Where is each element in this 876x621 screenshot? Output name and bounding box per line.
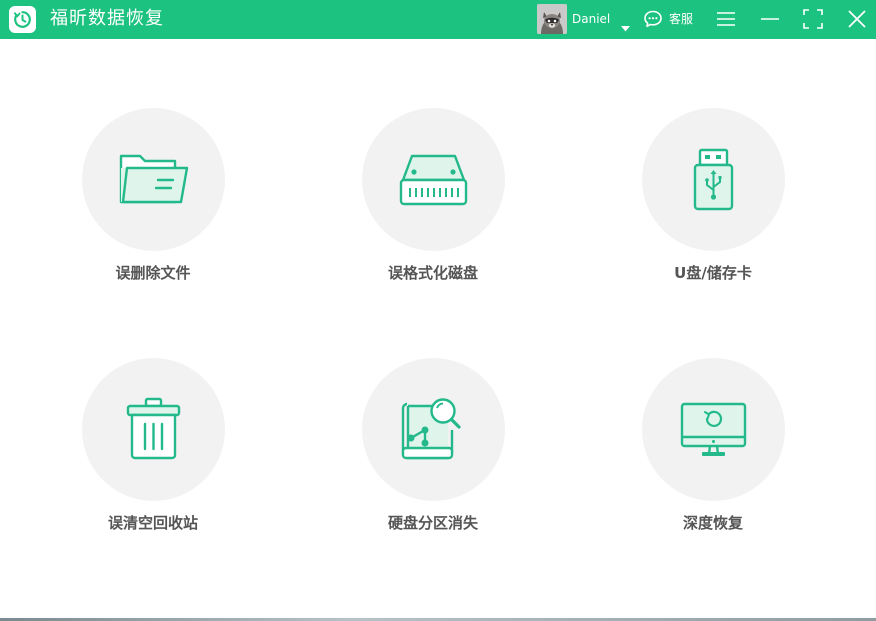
mode-label: U盘/储存卡 bbox=[674, 264, 752, 282]
trash-bin-icon bbox=[126, 397, 181, 460]
mode-icon-circle bbox=[642, 108, 785, 251]
mode-label: 硬盘分区消失 bbox=[387, 514, 478, 532]
maximize-icon[interactable] bbox=[802, 8, 824, 30]
mode-usb-sd-card[interactable]: U盘/储存卡 bbox=[603, 108, 823, 308]
mode-lost-partition[interactable]: 硬盘分区消失 bbox=[323, 358, 543, 558]
mode-label: 误清空回收站 bbox=[107, 514, 198, 532]
monitor-restore-icon bbox=[680, 402, 747, 456]
mode-deleted-files[interactable]: 误删除文件 bbox=[43, 108, 263, 308]
mode-icon-circle bbox=[362, 108, 505, 251]
hamburger-menu-icon[interactable] bbox=[715, 8, 737, 30]
usb-drive-icon bbox=[693, 148, 734, 211]
minimize-icon[interactable] bbox=[759, 8, 781, 30]
disk-search-icon bbox=[401, 398, 461, 460]
mode-label: 误格式化磁盘 bbox=[387, 264, 478, 282]
folder-icon bbox=[119, 154, 189, 204]
mode-deep-recovery[interactable]: 深度恢复 bbox=[603, 358, 823, 558]
username[interactable]: Daniel bbox=[572, 0, 610, 39]
title-bar: 福昕数据恢复 Daniel 客服 bbox=[0, 0, 876, 39]
support-label: 客服 bbox=[669, 12, 694, 26]
mode-icon-circle bbox=[362, 358, 505, 501]
caret-down-icon[interactable] bbox=[621, 17, 630, 36]
app-title: 福昕数据恢复 bbox=[50, 8, 164, 29]
avatar[interactable] bbox=[537, 4, 567, 34]
mode-formatted-disk[interactable]: 误格式化磁盘 bbox=[323, 108, 543, 308]
mode-label: 误删除文件 bbox=[115, 264, 191, 282]
mode-label: 深度恢复 bbox=[682, 514, 743, 532]
mode-icon-circle bbox=[642, 358, 785, 501]
mode-icon-circle bbox=[82, 108, 225, 251]
chat-bubble-icon bbox=[644, 10, 662, 28]
close-icon[interactable] bbox=[846, 8, 868, 30]
mode-icon-circle bbox=[82, 358, 225, 501]
clock-refresh-icon bbox=[9, 6, 36, 33]
hard-disk-icon bbox=[399, 154, 468, 206]
mode-emptied-recycle-bin[interactable]: 误清空回收站 bbox=[43, 358, 263, 558]
